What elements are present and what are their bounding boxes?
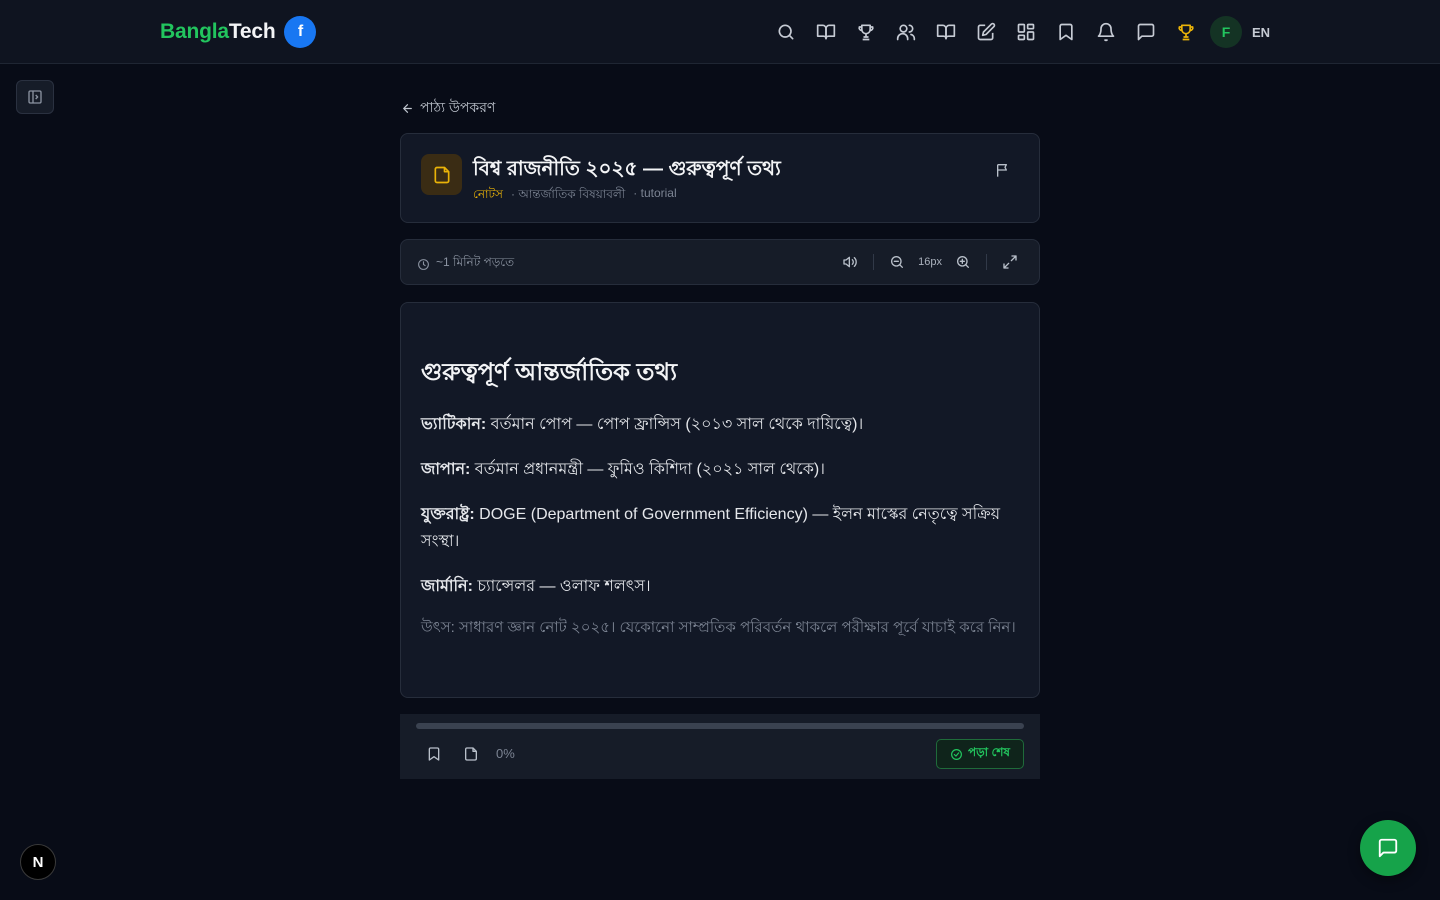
- content-paragraph: জার্মানি: চ্যান্সেলর — ওলাফ শলৎস।: [421, 578, 651, 595]
- sidebar-toggle-button[interactable]: [16, 80, 54, 114]
- language-toggle[interactable]: EN: [1246, 25, 1276, 40]
- subcategory-label: · আন্তর্জাতিক বিষয়াবলী: [510, 187, 626, 201]
- trophy-icon[interactable]: [850, 16, 882, 48]
- brand-name: BanglaTech: [160, 20, 276, 43]
- zoom-in-button[interactable]: [950, 249, 976, 275]
- bookmark-icon: [428, 747, 440, 761]
- flag-icon: [997, 164, 1007, 177]
- progress-track: [416, 723, 1024, 729]
- edit-icon[interactable]: [970, 16, 1002, 48]
- content-paragraph: জাপান: বর্তমান প্রধানমন্ত্রী — ফুমিও কিশ…: [421, 461, 825, 478]
- font-size-value: 16px: [918, 256, 942, 268]
- bookmark-button[interactable]: [424, 744, 444, 764]
- toolbar-divider: [873, 254, 875, 270]
- back-link[interactable]: পাঠ্য উপকরণ: [401, 96, 495, 120]
- book-open-icon[interactable]: [810, 16, 842, 48]
- clock-icon: [418, 258, 429, 270]
- read-time-label: ~1 মিনিট পড়তে: [436, 255, 515, 269]
- source-note: উৎস: সাধারণ জ্ঞান নোট ২০২৫। যেকোনো সাম্প…: [421, 619, 1016, 636]
- facebook-icon[interactable]: f: [284, 16, 317, 48]
- zoom-out-button[interactable]: [884, 249, 910, 275]
- document-header-card: বিশ্ব রাজনীতি ২০২৫ — গুরুত্বপূর্ণ তথ্য ন…: [400, 133, 1040, 223]
- document-title: বিশ্ব রাজনীতি ২০২৫ — গুরুত্বপূর্ণ তথ্য: [473, 158, 781, 180]
- sticky-note-icon: [465, 747, 477, 761]
- notes-button[interactable]: [461, 744, 481, 764]
- reader-tools: 16px: [837, 249, 1023, 275]
- bell-icon[interactable]: [1090, 16, 1122, 48]
- text-to-speech-button[interactable]: [837, 249, 863, 275]
- nextjs-dev-badge[interactable]: N: [20, 844, 56, 880]
- content-paragraph: ভ্যাটিকান: বর্তমান পোপ — পোপ ফ্রান্সিস (…: [421, 416, 864, 433]
- speaker-icon: [843, 256, 857, 268]
- top-navbar: BanglaTech f F EN: [0, 0, 1440, 64]
- check-circle-icon: [950, 748, 962, 760]
- book-icon[interactable]: [930, 16, 962, 48]
- zoom-out-icon: [891, 255, 904, 268]
- mark-as-read-label: পড়া শেষ: [967, 745, 1011, 759]
- document-icon: [421, 154, 462, 195]
- read-time: ~1 মিনিট পড়তে: [417, 254, 514, 274]
- bookmark-icon[interactable]: [1050, 16, 1082, 48]
- user-avatar[interactable]: F: [1210, 16, 1242, 48]
- users-icon[interactable]: [890, 16, 922, 48]
- document-content: গুরুত্বপূর্ণ আন্তর্জাতিক তথ্য ভ্যাটিকান:…: [400, 302, 1040, 698]
- search-icon[interactable]: [770, 16, 802, 48]
- back-link-label: পাঠ্য উপকরণ: [420, 99, 496, 115]
- content-heading: গুরুত্বপূর্ণ আন্তর্জাতিক তথ্য: [421, 359, 678, 386]
- document-meta: নোটস · আন্তর্জাতিক বিষয়াবলী · tutorial: [473, 186, 677, 206]
- grid-icon[interactable]: [1010, 16, 1042, 48]
- trophy-gold-icon[interactable]: [1170, 16, 1202, 48]
- content-paragraph: যুক্তরাষ্ট্র: DOGE (Department of Govern…: [421, 506, 1001, 550]
- sidebar-panel-icon: [28, 90, 42, 104]
- nav-icon-group: F EN: [770, 16, 1276, 48]
- mark-as-read-button[interactable]: পড়া শেষ: [936, 739, 1024, 769]
- reader-toolbar: ~1 মিনিট পড়তে 16px: [400, 239, 1040, 285]
- progress-percent: 0%: [496, 746, 515, 761]
- fullscreen-button[interactable]: [997, 249, 1023, 275]
- message-icon[interactable]: [1130, 16, 1162, 48]
- report-flag-button[interactable]: [995, 162, 1013, 180]
- arrow-left-icon: [403, 103, 412, 113]
- chat-fab-button[interactable]: [1360, 820, 1416, 876]
- reading-progress-bar: 0% পড়া শেষ: [400, 714, 1040, 779]
- brand-logo[interactable]: BanglaTech f: [160, 16, 317, 48]
- toolbar-divider: [986, 254, 987, 270]
- expand-icon: [1003, 255, 1017, 269]
- chat-icon: [1378, 838, 1398, 858]
- type-label: · tutorial: [633, 186, 677, 200]
- zoom-in-icon: [957, 255, 969, 268]
- category-badge[interactable]: নোটস: [473, 186, 503, 206]
